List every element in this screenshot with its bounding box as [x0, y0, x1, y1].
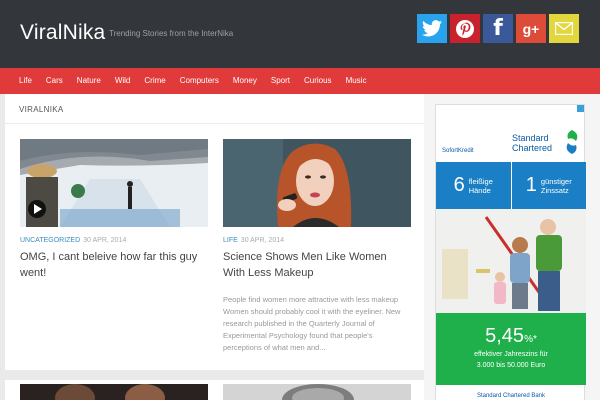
nav-item-sport[interactable]: Sport — [264, 68, 297, 94]
nav-item-nature[interactable]: Nature — [70, 68, 108, 94]
ad-rate-box: 5,45%* effektiver Jahreszins für 3.000 b… — [436, 313, 586, 385]
site-header: ViralNika Trending Stories from the Inte… — [0, 0, 600, 68]
site-tagline: Trending Stories from the InterNika — [109, 29, 234, 38]
social-links: f g+ — [417, 14, 579, 43]
nav-item-wild[interactable]: Wild — [108, 68, 138, 94]
facebook-icon[interactable]: f — [483, 14, 513, 43]
nav-item-computers[interactable]: Computers — [173, 68, 226, 94]
post-thumbnail[interactable] — [20, 384, 208, 400]
post-title[interactable]: OMG, I cant beleive how far this guy wen… — [20, 249, 208, 281]
ad-choices-icon[interactable] — [577, 105, 584, 112]
site-title[interactable]: ViralNika — [20, 21, 105, 45]
ad-feature-row: 6 fleißige Hände 1 günstiger Zinssatz — [436, 162, 586, 209]
ad-feature-box: 6 fleißige Hände — [436, 162, 511, 209]
nav-item-money[interactable]: Money — [226, 68, 264, 94]
nav-item-music[interactable]: Music — [339, 68, 374, 94]
main-content: VIRALNIKA UNCATEGORIZED 30 APR, 2014 OMG, — [5, 94, 424, 400]
nav-item-crime[interactable]: Crime — [137, 68, 172, 94]
post-category[interactable]: LIFE 30 APR, 2014 — [223, 237, 284, 244]
main-nav: Life Cars Nature Wild Crime Computers Mo… — [0, 68, 600, 94]
twitter-icon[interactable] — [417, 14, 447, 43]
ad-bank-name: Standard Chartered Bank — [476, 393, 546, 399]
advertisement-banner[interactable]: SofortKredit Standard Chartered 6 fleißi… — [435, 104, 586, 400]
ad-feature-box: 1 günstiger Zinssatz — [510, 162, 586, 209]
ad-product-name: SofortKredit — [442, 148, 474, 154]
post-row-divider — [5, 370, 424, 380]
email-icon[interactable] — [549, 14, 579, 43]
post-title[interactable]: Science Shows Men Like Women With Less M… — [223, 249, 411, 281]
google-plus-icon[interactable]: g+ — [516, 14, 546, 43]
post-category[interactable]: UNCATEGORIZED 30 APR, 2014 — [20, 237, 126, 244]
pinterest-icon[interactable] — [450, 14, 480, 43]
nav-item-curious[interactable]: Curious — [297, 68, 339, 94]
ad-brand-name: Standard Chartered — [512, 133, 553, 153]
sidebar: SofortKredit Standard Chartered 6 fleißi… — [424, 94, 600, 400]
post-thumbnail[interactable] — [223, 139, 411, 227]
post-date: 30 APR, 2014 — [83, 237, 127, 244]
post-date: 30 APR, 2014 — [240, 237, 284, 244]
divider — [5, 123, 424, 124]
post-thumbnail[interactable] — [20, 139, 208, 227]
nav-item-cars[interactable]: Cars — [39, 68, 70, 94]
post-thumbnail[interactable] — [223, 384, 411, 400]
post-excerpt: People find women more attractive with l… — [223, 295, 401, 352]
bank-logo-icon — [566, 130, 578, 154]
ad-photo — [436, 209, 586, 313]
nav-item-life[interactable]: Life — [12, 68, 39, 94]
breadcrumb[interactable]: VIRALNIKA — [19, 105, 64, 114]
